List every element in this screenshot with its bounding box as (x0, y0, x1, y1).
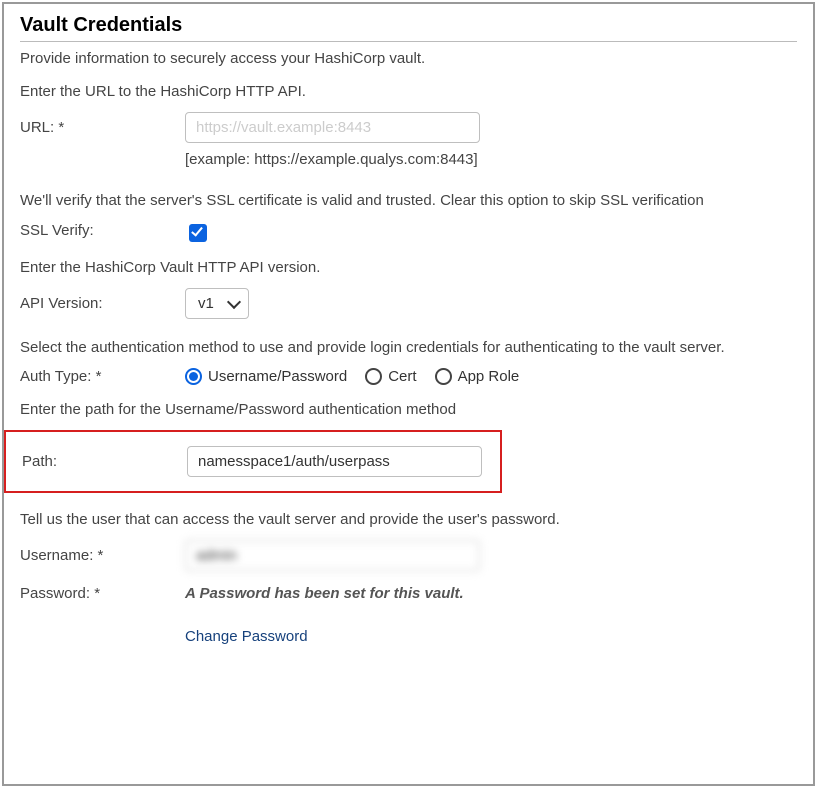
ssl-instruction: We'll verify that the server's SSL certi… (20, 190, 797, 211)
api-version-select-wrap: v1 (185, 288, 249, 319)
api-version-select[interactable]: v1 (185, 288, 249, 319)
ssl-verify-checkbox[interactable] (189, 224, 207, 242)
heading-divider (20, 41, 797, 42)
auth-instruction: Select the authentication method to use … (20, 337, 797, 358)
url-label: URL: * (20, 119, 185, 136)
path-highlight-box: Path: (4, 430, 502, 493)
auth-radio-cert[interactable]: Cert (365, 368, 416, 385)
auth-radio-cert-label: Cert (388, 368, 416, 385)
url-input[interactable] (185, 112, 480, 143)
auth-radio-userpass-input[interactable] (185, 368, 202, 385)
auth-type-label: Auth Type: * (20, 368, 185, 385)
user-instruction: Tell us the user that can access the vau… (20, 509, 797, 530)
path-instruction: Enter the path for the Username/Password… (20, 399, 797, 420)
change-password-link[interactable]: Change Password (185, 628, 308, 645)
path-label: Path: (22, 453, 187, 470)
auth-radio-approle-input[interactable] (435, 368, 452, 385)
username-input[interactable] (185, 540, 480, 571)
vault-credentials-panel: Vault Credentials Provide information to… (2, 2, 815, 786)
api-version-label: API Version: (20, 295, 185, 312)
auth-radio-cert-input[interactable] (365, 368, 382, 385)
api-instruction: Enter the HashiCorp Vault HTTP API versi… (20, 257, 797, 278)
panel-heading: Vault Credentials (20, 14, 797, 37)
ssl-label: SSL Verify: (20, 222, 185, 239)
auth-radio-approle-label: App Role (458, 368, 520, 385)
password-status: A Password has been set for this vault. (185, 585, 464, 602)
url-example: [example: https://example.qualys.com:844… (185, 151, 797, 168)
auth-radio-userpass-label: Username/Password (208, 368, 347, 385)
auth-radio-approle[interactable]: App Role (435, 368, 520, 385)
username-label: Username: * (20, 547, 185, 564)
url-instruction: Enter the URL to the HashiCorp HTTP API. (20, 81, 797, 102)
password-label: Password: * (20, 585, 185, 602)
auth-radio-userpass[interactable]: Username/Password (185, 368, 347, 385)
panel-description: Provide information to securely access y… (20, 50, 797, 67)
path-input[interactable] (187, 446, 482, 477)
